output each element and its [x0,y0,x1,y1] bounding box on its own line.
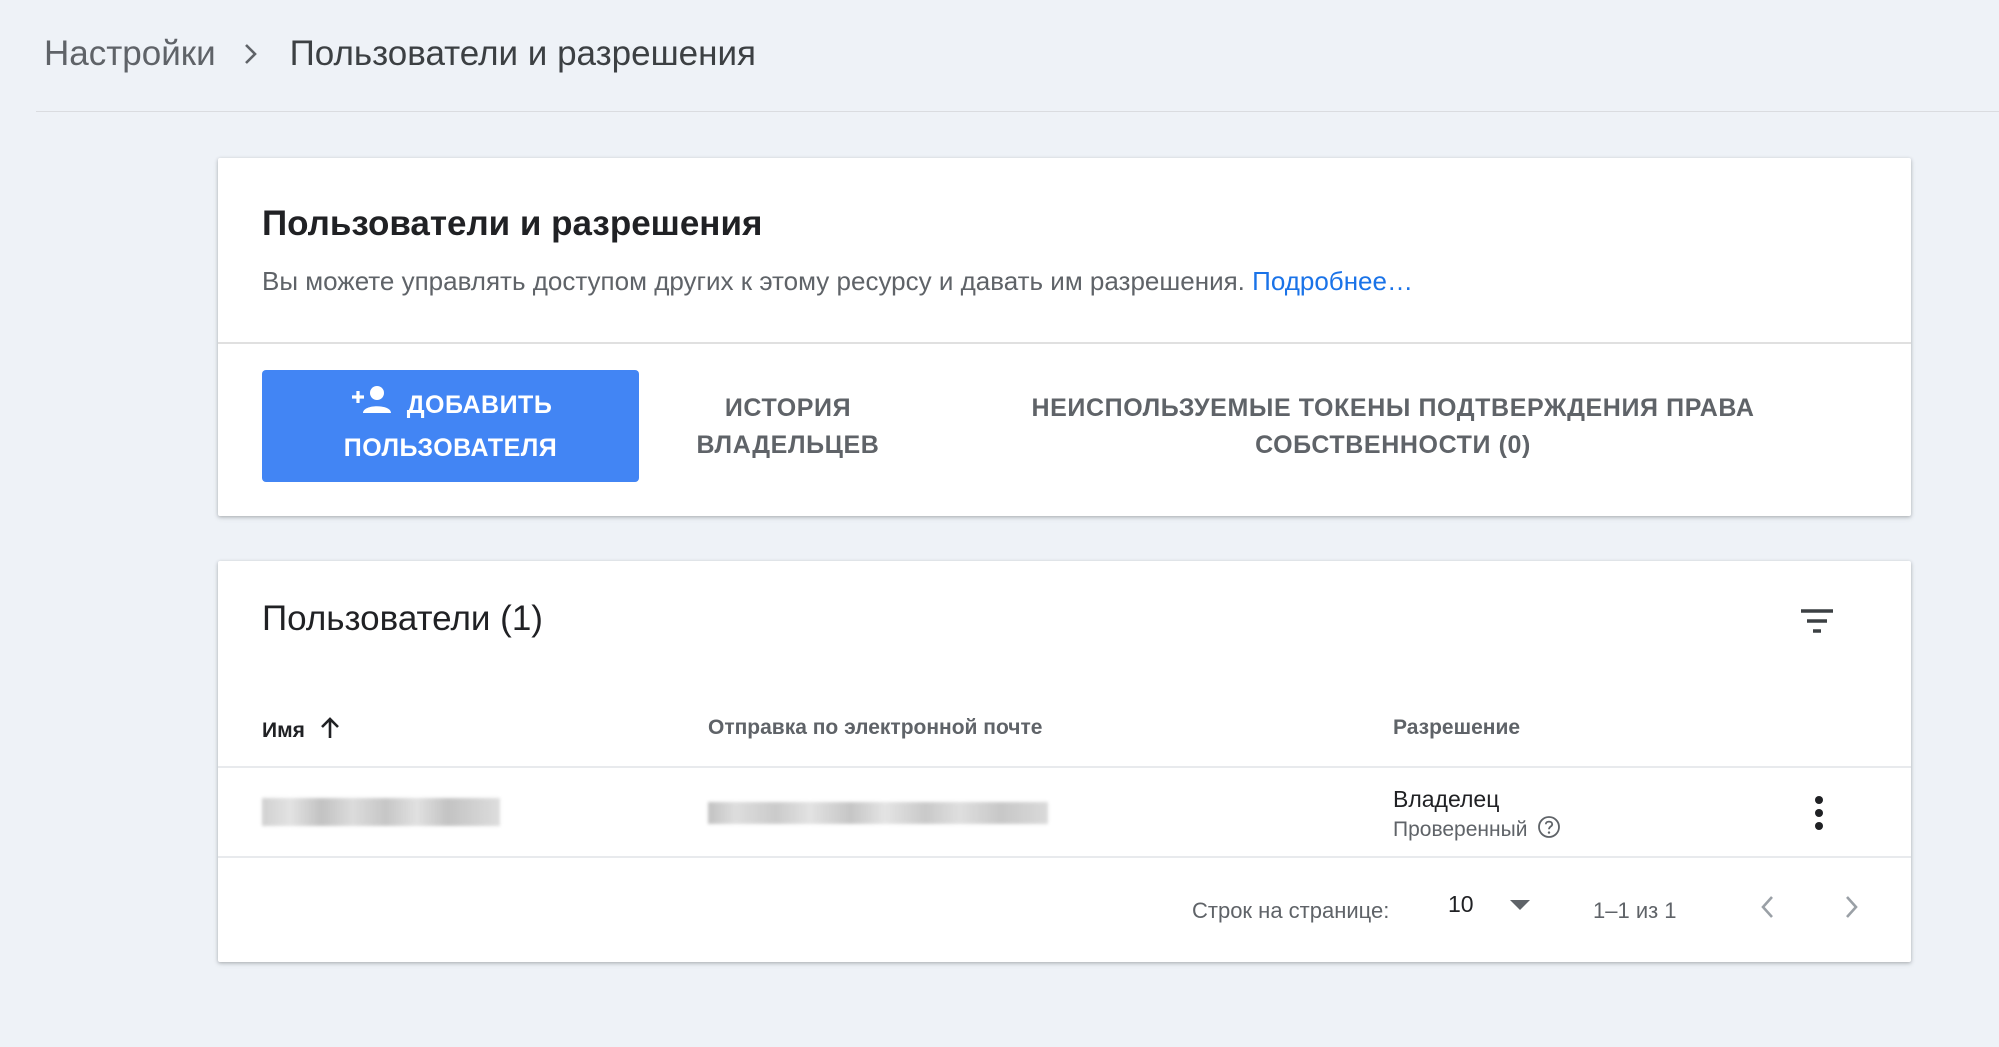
card-description: Вы можете управлять доступом других к эт… [262,266,1413,297]
chevron-right-icon[interactable] [1829,885,1873,929]
user-status: Проверенный [1393,815,1561,845]
owner-history-label-line1: ИСТОРИЯ [724,394,852,422]
unused-tokens-button[interactable]: НЕИСПОЛЬЗУЕМЫЕ ТОКЕНЫ ПОДТВЕРЖДЕНИЯ ПРАВ… [998,390,1788,464]
breadcrumb: Настройки Пользователи и разрешения [44,34,756,74]
breadcrumb-settings-link[interactable]: Настройки [44,34,216,74]
header-row-divider [218,766,1911,768]
users-title: Пользователи (1) [262,599,543,638]
add-user-label-line1: ДОБАВИТЬ [406,391,553,419]
chevron-right-icon [242,42,260,66]
card-title: Пользователи и разрешения [262,204,763,243]
user-name-redacted [262,798,500,826]
owner-history-label-line2: ВЛАДЕЛЬЦЕВ [696,431,880,459]
user-status-label: Проверенный [1393,818,1528,841]
filter-list-icon[interactable] [1793,597,1841,645]
rows-per-page-value: 10 [1448,891,1474,917]
chevron-left-icon[interactable] [1746,885,1790,929]
rows-per-page-label: Строк на странице: [1192,898,1390,923]
add-user-button[interactable]: ДОБАВИТЬ ПОЛЬЗОВАТЕЛЯ [262,370,639,482]
card-divider [218,342,1911,344]
row-divider [218,856,1911,858]
person-add-icon [349,384,407,427]
user-permission: Владелец [1393,786,1500,812]
unused-tokens-label-line2: СОБСТВЕННОСТИ (0) [1255,431,1531,459]
description-text: Вы можете управлять доступом других к эт… [262,266,1245,296]
column-header-name[interactable]: Имя [262,716,341,746]
users-permissions-card: Пользователи и разрешения Вы можете упра… [218,158,1911,516]
breadcrumb-current: Пользователи и разрешения [289,34,756,73]
rows-per-page-select[interactable]: 10 [1448,891,1532,918]
user-email-redacted [708,802,1048,824]
column-header-permission: Разрешение [1393,716,1521,739]
add-user-label-line2: ПОЛЬЗОВАТЕЛЯ [343,433,558,462]
header-divider [36,111,1999,112]
more-vert-icon[interactable] [1799,793,1839,833]
owner-history-button[interactable]: ИСТОРИЯ ВЛАДЕЛЬЦЕВ [668,390,908,464]
unused-tokens-label-line1: НЕИСПОЛЬЗУЕМЫЕ ТОКЕНЫ ПОДТВЕРЖДЕНИЯ ПРАВ… [1031,394,1755,422]
arrow-up-icon [305,716,341,746]
learn-more-link[interactable]: Подробнее… [1252,266,1413,296]
help-outline-icon[interactable] [1527,815,1561,845]
pagination-range: 1–1 из 1 [1593,898,1677,923]
column-header-email: Отправка по электронной почте [708,716,1043,739]
arrow-drop-down-icon [1474,891,1532,918]
column-name-label: Имя [262,719,305,742]
users-table-card: Пользователи (1) Имя Отправка по электро… [218,561,1911,962]
